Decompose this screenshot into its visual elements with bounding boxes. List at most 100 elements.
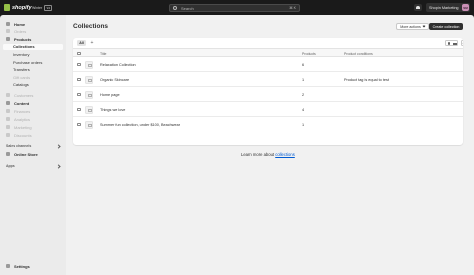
add-view-button[interactable]: + — [89, 40, 95, 46]
collection-thumbnail — [85, 105, 93, 114]
bank-icon — [6, 109, 10, 114]
sidebar-item-analytics[interactable]: Analytics — [3, 116, 63, 123]
sidebar-item-products[interactable]: Products — [3, 36, 63, 43]
view-tabs: All + — [73, 38, 463, 48]
image-icon — [88, 63, 92, 67]
sort-button[interactable] — [461, 40, 463, 46]
sidebar-item-customers[interactable]: Customers — [3, 92, 63, 99]
discount-icon — [6, 133, 10, 138]
home-icon — [6, 22, 10, 27]
apps-header[interactable]: Apps — [6, 164, 62, 169]
sidebar-item-settings[interactable]: Settings — [3, 263, 63, 270]
product-count: 1 — [302, 122, 305, 127]
row-checkbox[interactable] — [77, 92, 81, 96]
product-conditions: Product tag is equal to test — [344, 77, 389, 82]
column-header-title[interactable]: Title — [100, 52, 106, 56]
sidebar-item-marketing[interactable]: Marketing — [3, 124, 63, 131]
chevron-right-icon — [56, 164, 61, 169]
image-icon — [88, 108, 92, 112]
person-icon — [6, 93, 10, 98]
orders-icon — [6, 29, 10, 34]
table-row[interactable]: Organic Skincare 1 Product tag is equal … — [73, 72, 463, 87]
tab-all[interactable]: All — [77, 40, 86, 46]
collection-thumbnail — [85, 120, 93, 129]
page-title: Collections — [73, 23, 109, 30]
search-icon — [447, 42, 451, 45]
filter-icon — [453, 42, 457, 45]
collection-thumbnail — [85, 60, 93, 69]
logo-text: shopify — [12, 4, 32, 11]
content-icon — [6, 101, 10, 106]
shopify-logo[interactable]: shopify — [4, 4, 32, 11]
sidebar-item-inventory[interactable]: Inventory — [3, 52, 63, 59]
avatar: SM — [462, 4, 469, 11]
table-row[interactable]: Home page 2 — [73, 87, 463, 102]
column-header-conditions[interactable]: Product conditions — [344, 52, 373, 56]
chart-icon — [6, 117, 10, 122]
collection-title[interactable]: Things we love — [100, 108, 125, 112]
product-count: 6 — [302, 62, 305, 67]
table-row[interactable]: Summer fun collection, under $100, Beach… — [73, 117, 463, 132]
tag-icon — [6, 37, 10, 42]
collection-title[interactable]: Relaxation Collection — [100, 63, 136, 67]
sidebar-item-discounts[interactable]: Discounts — [3, 132, 63, 139]
sidebar-item-gift-cards[interactable]: Gift cards — [3, 74, 63, 81]
search-filter-button[interactable] — [445, 40, 458, 46]
gear-icon — [6, 264, 10, 269]
row-checkbox[interactable] — [77, 77, 81, 81]
image-icon — [88, 93, 92, 97]
product-count: 1 — [302, 77, 305, 82]
collection-title[interactable]: Summer fun collection, under $100, Beach… — [100, 123, 180, 127]
create-collection-button[interactable]: Create collection — [429, 23, 463, 30]
target-icon — [6, 125, 10, 130]
shopify-bag-icon — [4, 4, 10, 11]
search-placeholder: Search — [181, 5, 194, 11]
image-icon — [88, 78, 92, 82]
column-header-products[interactable]: Products — [302, 52, 316, 56]
notifications-button[interactable] — [414, 4, 422, 11]
sidebar-item-online-store[interactable]: Online Store — [3, 151, 63, 158]
collections-help-link[interactable]: collections — [275, 152, 295, 157]
plus-icon: + — [90, 40, 94, 46]
chevron-down-icon — [422, 24, 426, 28]
learn-more-text: Learn more about collections — [241, 152, 295, 157]
chevron-right-icon — [56, 144, 61, 149]
store-menu-button[interactable]: Shopin Marketing SM — [426, 3, 470, 12]
sidebar-item-collections[interactable]: Collections — [3, 43, 63, 50]
store-icon — [6, 152, 10, 157]
sidebar: Home Orders Products Collections Invento… — [0, 15, 66, 275]
select-all-checkbox[interactable] — [77, 51, 81, 55]
table-row[interactable]: Things we love 4 — [73, 102, 463, 117]
sidebar-item-purchase-orders[interactable]: Purchase orders — [3, 59, 63, 66]
row-checkbox[interactable] — [77, 62, 81, 66]
row-checkbox[interactable] — [77, 122, 81, 126]
image-icon — [88, 123, 92, 127]
collection-title[interactable]: Organic Skincare — [100, 78, 129, 82]
collection-thumbnail — [85, 90, 93, 99]
search-icon — [173, 6, 177, 10]
product-count: 4 — [302, 107, 305, 112]
search-input[interactable]: Search ⌘ K — [169, 4, 300, 12]
table-header: Title Products Product conditions — [73, 48, 463, 57]
collections-table-card: All + Title Products Product conditions … — [73, 38, 463, 145]
collection-title[interactable]: Home page — [100, 93, 120, 97]
more-actions-button[interactable]: More actions — [396, 23, 429, 30]
bell-icon — [416, 5, 420, 9]
sidebar-item-home[interactable]: Home — [3, 21, 63, 28]
sales-channels-header[interactable]: Sales channels — [6, 144, 62, 149]
sidebar-item-catalogs[interactable]: Catalogs — [3, 82, 63, 89]
store-name: Shopin Marketing — [429, 5, 459, 10]
sidebar-item-content[interactable]: Content — [3, 100, 63, 107]
sidebar-item-finances[interactable]: Finances — [3, 108, 63, 115]
search-shortcut: ⌘ K — [289, 6, 296, 10]
edition-badge[interactable]: Winter '24 — [32, 5, 53, 11]
edition-version: '24 — [44, 5, 53, 11]
table-row[interactable]: Relaxation Collection 6 — [73, 57, 463, 72]
main-content: Collections More actions Create collecti… — [66, 15, 474, 275]
product-count: 2 — [302, 92, 305, 97]
row-checkbox[interactable] — [77, 107, 81, 111]
sidebar-item-orders[interactable]: Orders — [3, 28, 63, 35]
sidebar-item-transfers[interactable]: Transfers — [3, 67, 63, 74]
edition-label: Winter — [32, 6, 43, 10]
collection-thumbnail — [85, 75, 93, 84]
